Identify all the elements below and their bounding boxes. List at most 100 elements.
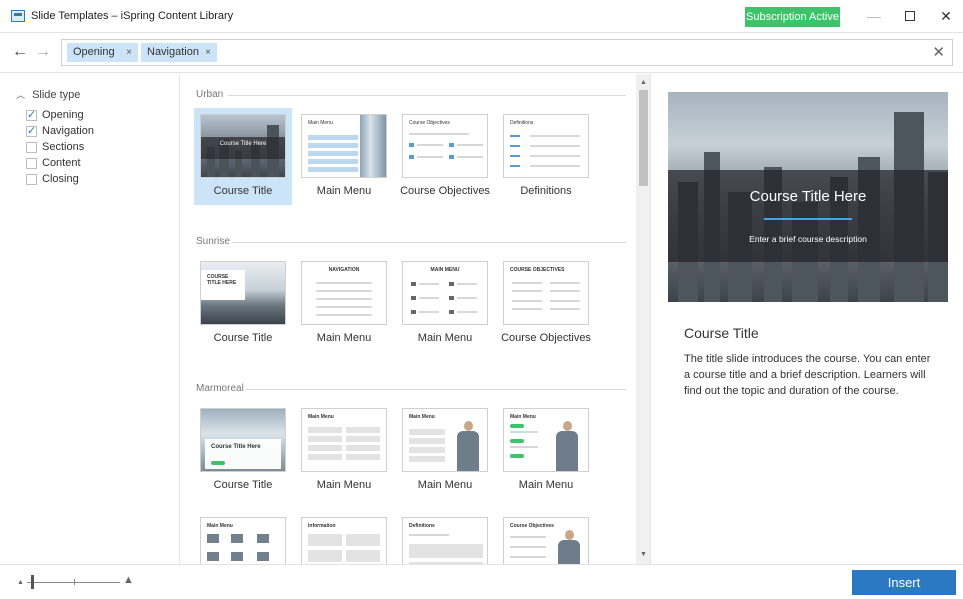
template-tile[interactable]: Course Objectives	[497, 511, 595, 564]
section-divider	[228, 95, 626, 96]
template-tile[interactable]: Course Objectives Course Objectives	[396, 108, 494, 205]
tile-label: Course Title	[213, 185, 273, 197]
thumb-title: Course Title Here	[211, 444, 261, 450]
scroll-up-icon[interactable]: ▲	[636, 76, 651, 90]
close-button[interactable]: ✕	[934, 6, 958, 26]
preview-title-band: Course Title Here Enter a brief course d…	[668, 170, 948, 262]
template-tile[interactable]: Main Menu Main Menu	[295, 108, 393, 205]
grid-scrollbar[interactable]: ▲ ▼	[636, 74, 651, 564]
thumb-title: Main Menu	[207, 523, 233, 529]
tile-label: Course Title	[213, 332, 273, 344]
template-tile[interactable]: Definitions Definitions	[497, 108, 595, 205]
scrollbar-thumb[interactable]	[639, 90, 648, 186]
building-photo	[360, 115, 386, 177]
preview-slide-image: Course Title Here Enter a brief course d…	[668, 92, 948, 302]
back-arrow-icon[interactable]: ←	[12, 42, 28, 62]
template-tile[interactable]: Course Title Here Course Title	[194, 108, 292, 205]
minimize-button[interactable]: —	[862, 6, 886, 26]
filter-chip-navigation[interactable]: Navigation ×	[141, 43, 217, 62]
preview-description: The title slide introduces the course. Y…	[684, 353, 931, 397]
thumb-title: Main Menu	[409, 414, 435, 420]
template-thumbnail: Course Title Here	[200, 114, 286, 178]
checkbox[interactable]	[26, 142, 37, 153]
template-thumbnail: Main Menu	[200, 517, 286, 564]
maximize-button[interactable]	[898, 6, 922, 26]
template-thumbnail: NAVIGATION	[301, 261, 387, 325]
chip-remove-icon[interactable]: ×	[126, 43, 132, 62]
zoom-slider-handle[interactable]	[31, 575, 34, 589]
filter-label: Opening	[42, 109, 84, 121]
zoom-tick	[74, 579, 75, 585]
thumb-title: Definitions	[409, 523, 435, 529]
thumb-title: NAVIGATION	[328, 267, 360, 273]
chevron-up-icon: ︿	[16, 90, 26, 100]
tile-label: Definitions	[520, 185, 572, 197]
subscription-badge[interactable]: Subscription Active	[745, 7, 840, 27]
tile-label: Main Menu	[518, 479, 574, 491]
person-photo	[556, 530, 582, 564]
checkbox[interactable]	[26, 174, 37, 185]
template-tile[interactable]: Main Menu Main Menu	[396, 402, 494, 499]
chip-label: Opening	[73, 46, 115, 58]
title-bar: Slide Templates – iSpring Content Librar…	[0, 0, 963, 33]
filter-chip-opening[interactable]: Opening ×	[67, 43, 138, 62]
toolbar: ← → Opening × Navigation × ✕	[0, 33, 963, 73]
template-thumbnail: MAIN MENU	[402, 261, 488, 325]
thumb-title: Information	[308, 523, 336, 529]
template-thumbnail: COURSE TITLE HERE	[200, 261, 286, 325]
checkbox-checked[interactable]	[26, 124, 37, 137]
template-tile[interactable]: Information	[295, 511, 393, 564]
template-thumbnail: Main Menu	[503, 408, 589, 472]
template-tile[interactable]: COURSE TITLE HERE Course Title	[194, 255, 292, 352]
insert-button[interactable]: Insert	[852, 570, 956, 595]
clear-search-icon[interactable]: ✕	[932, 43, 945, 61]
template-thumbnail: Definitions	[503, 114, 589, 178]
tile-label: Course Objectives	[400, 185, 490, 197]
section-divider	[245, 389, 626, 390]
template-thumbnail: Main Menu	[402, 408, 488, 472]
preview-heading: Course Title	[684, 325, 759, 341]
forward-arrow-icon[interactable]: →	[35, 42, 51, 62]
thumb-title: COURSE TITLE HERE	[207, 274, 237, 286]
template-tile[interactable]: COURSE OBJECTIVES Course Objectives	[497, 255, 595, 352]
tile-label: Main Menu	[417, 479, 473, 491]
template-tile[interactable]: MAIN MENU Main Menu	[396, 255, 494, 352]
preview-slide-title: Course Title Here	[749, 188, 867, 205]
chip-label: Navigation	[147, 46, 199, 58]
template-thumbnail: Course Objectives	[402, 114, 488, 178]
person-photo	[554, 421, 580, 471]
scroll-down-icon[interactable]: ▼	[636, 548, 651, 562]
slide-type-header[interactable]: ︿ Slide type	[16, 88, 80, 101]
tile-label: Main Menu	[417, 332, 473, 344]
thumb-title: Course Objectives	[510, 523, 554, 529]
checkbox[interactable]	[26, 158, 37, 169]
filter-heading: Slide type	[32, 89, 81, 101]
window-title: Slide Templates – iSpring Content Librar…	[31, 10, 234, 22]
template-tile[interactable]: NAVIGATION Main Menu	[295, 255, 393, 352]
thumb-title: Course Objectives	[409, 120, 450, 126]
search-filter-input[interactable]: Opening × Navigation × ✕	[61, 39, 953, 66]
zoom-out-icon[interactable]: ▲	[17, 579, 24, 586]
chip-remove-icon[interactable]: ×	[205, 43, 211, 62]
thumb-title: Course Title Here	[201, 137, 285, 159]
tile-label: Main Menu	[316, 332, 372, 344]
template-tile[interactable]: Course Title Here Course Title	[194, 402, 292, 499]
template-thumbnail: Main Menu	[301, 408, 387, 472]
template-thumbnail: Information	[301, 517, 387, 564]
template-tile[interactable]: Main Menu Main Menu	[497, 402, 595, 499]
zoom-in-icon[interactable]: ▲	[123, 574, 134, 586]
filter-label: Sections	[42, 141, 85, 153]
checkbox-checked[interactable]	[26, 108, 37, 121]
thumb-title: COURSE OBJECTIVES	[510, 267, 565, 273]
section-label-marmoreal: Marmoreal	[196, 383, 244, 394]
template-tile[interactable]: Main Menu Main Menu	[295, 402, 393, 499]
template-tile[interactable]: Main Menu	[194, 511, 292, 564]
template-thumbnail: Main Menu	[301, 114, 387, 178]
tile-label: Course Title	[213, 479, 273, 491]
thumb-title: Definitions	[510, 120, 534, 126]
thumb-title: MAIN MENU	[430, 267, 460, 273]
thumb-title: Main Menu	[308, 120, 333, 126]
thumb-title: Main Menu	[510, 414, 536, 420]
template-tile[interactable]: Definitions	[396, 511, 494, 564]
section-label-sunrise: Sunrise	[196, 236, 230, 247]
